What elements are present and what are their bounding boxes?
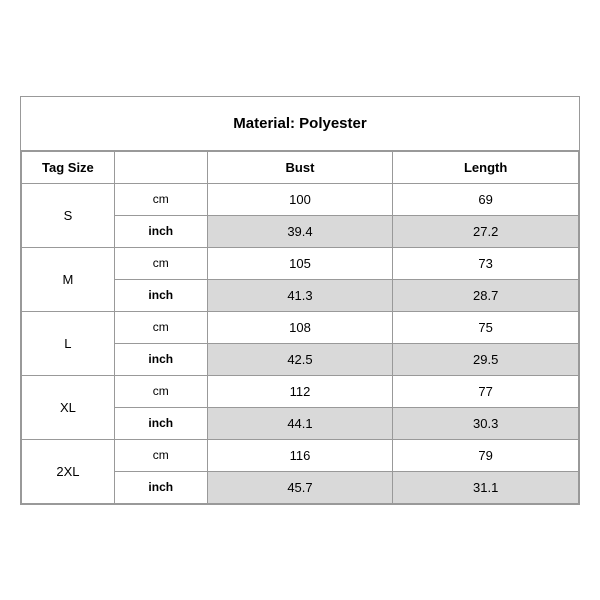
length-inch-xl: 30.3 [393,407,579,439]
size-chart-container: Material: Polyester Tag Size Bust Length… [20,96,580,505]
length-cm-2xl: 79 [393,439,579,471]
size-label-l: L [22,311,115,375]
size-label-m: M [22,247,115,311]
tag-size-header: Tag Size [22,151,115,183]
length-inch-m: 28.7 [393,279,579,311]
size-label-xl: XL [22,375,115,439]
size-table: Tag Size Bust Length S cm 100 69 inch 39… [21,151,579,504]
bust-cm-l: 108 [207,311,393,343]
unit-cm-m: cm [114,247,207,279]
bust-inch-l: 42.5 [207,343,393,375]
unit-inch-xl: inch [114,407,207,439]
unit-inch-m: inch [114,279,207,311]
unit-cm-xl: cm [114,375,207,407]
unit-cm-2xl: cm [114,439,207,471]
unit-inch-l: inch [114,343,207,375]
chart-title: Material: Polyester [21,97,579,151]
bust-header: Bust [207,151,393,183]
bust-inch-m: 41.3 [207,279,393,311]
bust-inch-s: 39.4 [207,215,393,247]
bust-inch-xl: 44.1 [207,407,393,439]
length-inch-l: 29.5 [393,343,579,375]
length-inch-2xl: 31.1 [393,471,579,503]
bust-cm-xl: 112 [207,375,393,407]
size-label-2xl: 2XL [22,439,115,503]
length-cm-xl: 77 [393,375,579,407]
bust-cm-m: 105 [207,247,393,279]
length-cm-m: 73 [393,247,579,279]
length-header: Length [393,151,579,183]
unit-cm-s: cm [114,183,207,215]
bust-inch-2xl: 45.7 [207,471,393,503]
bust-cm-s: 100 [207,183,393,215]
unit-cm-l: cm [114,311,207,343]
size-label-s: S [22,183,115,247]
unit-inch-s: inch [114,215,207,247]
unit-header [114,151,207,183]
length-inch-s: 27.2 [393,215,579,247]
length-cm-l: 75 [393,311,579,343]
unit-inch-2xl: inch [114,471,207,503]
bust-cm-2xl: 116 [207,439,393,471]
length-cm-s: 69 [393,183,579,215]
